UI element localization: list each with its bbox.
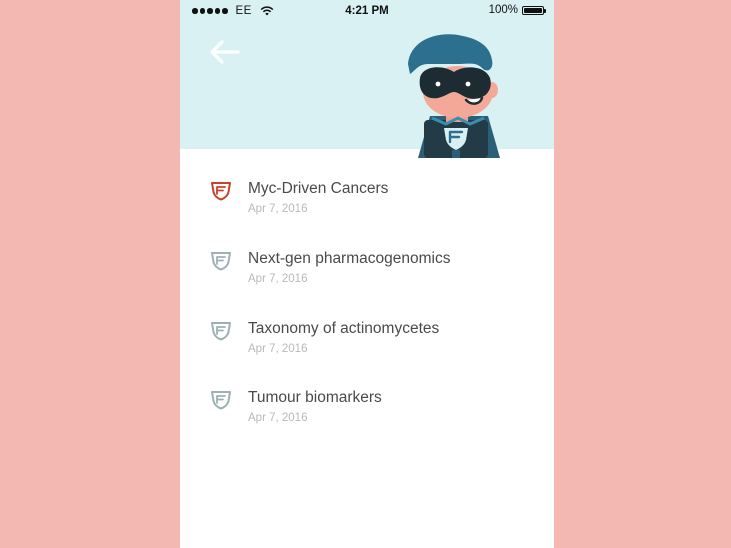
app-screen: EE 4:21 PM 100% Myc-Driven Cancers Apr 7… (180, 0, 554, 548)
item-title: Next-gen pharmacogenomics (248, 250, 451, 267)
list-item[interactable]: Taxonomy of actinomycetes Apr 7, 2016 (180, 280, 554, 355)
battery-icon (522, 5, 546, 15)
item-title: Myc-Driven Cancers (248, 180, 389, 197)
item-date: Apr 7, 2016 (248, 412, 308, 424)
list-item[interactable]: Myc-Driven Cancers Apr 7, 2016 (180, 140, 554, 215)
battery-percent: 100% (488, 4, 518, 16)
item-title: Tumour biomarkers (248, 389, 382, 406)
list-item[interactable]: Tumour biomarkers Apr 7, 2016 (180, 349, 554, 424)
shield-logo-icon (211, 322, 231, 341)
arrow-left-icon (210, 40, 240, 64)
status-right: 100% (488, 4, 546, 16)
back-button[interactable] (208, 37, 242, 67)
shield-logo-icon (211, 182, 231, 201)
shield-logo-icon (211, 252, 231, 271)
list-item[interactable]: Next-gen pharmacogenomics Apr 7, 2016 (180, 210, 554, 285)
header: EE 4:21 PM 100% (180, 0, 554, 158)
status-bar: EE 4:21 PM 100% (180, 0, 554, 22)
item-title: Taxonomy of actinomycetes (248, 320, 440, 337)
shield-logo-icon (211, 391, 231, 410)
